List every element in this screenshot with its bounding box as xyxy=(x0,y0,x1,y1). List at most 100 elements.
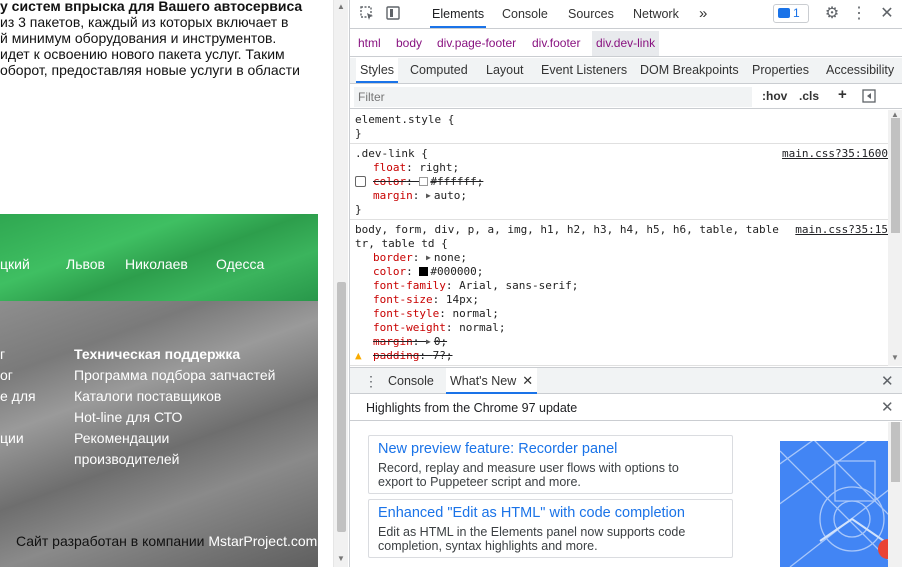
inspect-element-icon[interactable] xyxy=(358,5,376,23)
css-declaration[interactable]: border: ▶ none; xyxy=(355,251,888,265)
property-value: 7?; xyxy=(432,349,453,362)
drawer-tabbar: ⋮ Console What's New ✕ ✕ xyxy=(350,367,902,394)
close-devtools-icon[interactable]: ✕ xyxy=(878,5,896,23)
css-declaration[interactable]: margin: ▶ auto; xyxy=(355,189,888,203)
scrollbar-thumb[interactable] xyxy=(337,282,346,532)
breadcrumb-item[interactable]: div.footer xyxy=(528,31,584,56)
issues-badge[interactable]: 1 xyxy=(773,4,809,23)
tab-accessibility[interactable]: Accessibility xyxy=(824,58,896,83)
footer-link[interactable]: Hot-line для СТО xyxy=(74,409,182,425)
whats-new-scrollbar[interactable] xyxy=(888,422,902,567)
tab-network[interactable]: Network xyxy=(631,0,681,28)
more-tabs-icon[interactable]: » xyxy=(697,0,709,28)
feature-card[interactable]: Enhanced "Edit as HTML" with code comple… xyxy=(368,499,733,558)
tab-sources[interactable]: Sources xyxy=(566,0,616,28)
tab-properties[interactable]: Properties xyxy=(750,58,811,83)
footer-link[interactable]: Рекомендации xyxy=(74,430,169,446)
toggle-sidebar-icon[interactable] xyxy=(862,89,876,106)
scroll-down-arrow-icon[interactable]: ▼ xyxy=(891,353,899,362)
hover-state-toggle[interactable]: :hov xyxy=(762,89,787,103)
scroll-down-arrow-icon[interactable]: ▼ xyxy=(337,554,345,563)
footer-section-title: Техническая поддержка xyxy=(74,346,241,362)
intro-text: у систем впрыска для Вашего автосервиса … xyxy=(0,0,320,78)
css-declaration[interactable]: font-size: 14px; xyxy=(355,293,888,307)
color-swatch[interactable] xyxy=(419,267,429,276)
city-link[interactable]: цкий xyxy=(0,256,30,272)
drawer-menu-icon[interactable]: ⋮ xyxy=(364,372,378,390)
feature-desc: export to Puppeteer script and more. xyxy=(378,475,581,489)
property-name: border xyxy=(373,251,413,264)
css-declaration-overridden[interactable]: margin: ▶ 0; xyxy=(355,335,888,349)
city-link[interactable]: Львов xyxy=(66,256,105,272)
feature-title-link[interactable]: Enhanced "Edit as HTML" with code comple… xyxy=(378,504,723,522)
breadcrumb-item[interactable]: html xyxy=(354,31,385,56)
property-name: font-size xyxy=(373,293,433,306)
settings-gear-icon[interactable]: ⚙ xyxy=(823,5,841,23)
page-scrollbar[interactable]: ▲ ▼ xyxy=(333,0,348,567)
css-declaration[interactable]: color: #000000; xyxy=(355,265,888,279)
element-style-rule: element.style { } xyxy=(350,110,888,144)
city-link[interactable]: Одесса xyxy=(216,256,264,272)
expand-triangle-icon[interactable]: ▶ xyxy=(426,189,431,203)
declaration-checkbox[interactable] xyxy=(355,176,366,187)
feature-desc: Edit as HTML in the Elements panel now s… xyxy=(378,525,686,539)
expand-triangle-icon[interactable]: ▶ xyxy=(426,335,431,349)
scroll-up-arrow-icon[interactable]: ▲ xyxy=(337,2,345,11)
css-declaration[interactable]: font-weight: normal; xyxy=(355,321,888,335)
footer-link[interactable]: ции xyxy=(0,430,24,446)
close-tab-icon[interactable]: ✕ xyxy=(522,373,533,388)
property-value: 0; xyxy=(433,335,448,348)
close-drawer-icon[interactable]: ✕ xyxy=(881,372,894,390)
property-name: padding xyxy=(373,349,420,362)
css-declaration-warning[interactable]: ▲ padding: 7?; xyxy=(355,349,888,363)
tab-dom-breakpoints[interactable]: DOM Breakpoints xyxy=(638,58,741,83)
expand-triangle-icon[interactable]: ▶ xyxy=(426,251,431,265)
intro-line: оборот, предоставляя новые услуги в обла… xyxy=(0,62,300,78)
tab-elements[interactable]: Elements xyxy=(430,0,487,28)
tab-styles[interactable]: Styles xyxy=(356,58,399,83)
drawer-tab-console[interactable]: Console xyxy=(384,368,438,394)
tab-console[interactable]: Console xyxy=(500,0,550,28)
new-rule-button[interactable]: + xyxy=(838,86,847,103)
scrollbar-thumb[interactable] xyxy=(891,118,900,233)
rule-selector[interactable]: body, form, div, p, a, img, h1, h2, h3, … xyxy=(355,223,888,237)
breadcrumb-item[interactable]: div.page-footer xyxy=(433,31,520,56)
footer-link[interactable]: г xyxy=(0,346,5,362)
feature-title-link[interactable]: New preview feature: Recorder panel xyxy=(378,440,723,458)
color-swatch[interactable] xyxy=(419,177,429,186)
feature-desc: Record, replay and measure user flows wi… xyxy=(378,461,679,475)
footer-link[interactable]: Программа подбора запчастей xyxy=(74,367,275,383)
issues-count: 1 xyxy=(793,6,800,20)
footer-link[interactable]: Каталоги поставщиков xyxy=(74,388,221,404)
footer-link[interactable]: производителей xyxy=(74,451,180,467)
tab-layout[interactable]: Layout xyxy=(484,58,526,83)
device-toolbar-icon[interactable] xyxy=(384,5,402,23)
tab-event-listeners[interactable]: Event Listeners xyxy=(539,58,629,83)
styles-scrollbar[interactable]: ▲ ▼ xyxy=(888,110,902,366)
dev-link[interactable]: MstarProject.com xyxy=(208,533,317,549)
footer-link[interactable]: е для xyxy=(0,388,36,404)
whats-new-body: New preview feature: Recorder panel Reco… xyxy=(350,422,902,567)
tab-computed[interactable]: Computed xyxy=(408,58,470,83)
breadcrumb-item-selected[interactable]: div.dev-link xyxy=(592,31,660,56)
rule-selector-cont[interactable]: tr, table td { xyxy=(355,237,888,251)
breadcrumb-item[interactable]: body xyxy=(392,31,426,56)
css-declaration[interactable]: font-style: normal; xyxy=(355,307,888,321)
footer-link[interactable]: ог xyxy=(0,367,13,383)
property-name: color xyxy=(373,175,407,188)
css-declaration[interactable]: float: right; xyxy=(355,161,888,175)
styles-filter-bar: :hov .cls + xyxy=(350,85,902,109)
feature-card[interactable]: New preview feature: Recorder panel Reco… xyxy=(368,435,733,494)
css-declaration[interactable]: font-family: Arial, sans-serif; xyxy=(355,279,888,293)
drawer-tab-whats-new[interactable]: What's New ✕ xyxy=(446,368,538,394)
rule-selector[interactable]: element.style { xyxy=(355,113,888,127)
filter-input[interactable] xyxy=(354,87,752,107)
city-link[interactable]: Николаев xyxy=(125,256,188,272)
class-toggle[interactable]: .cls xyxy=(799,89,819,103)
close-whats-new-icon[interactable]: ✕ xyxy=(881,398,894,416)
css-declaration-disabled[interactable]: color: #ffffff; xyxy=(355,175,888,189)
customize-menu-icon[interactable]: ⋮ xyxy=(850,5,868,23)
copyright: Сайт разработан в компании MstarProject.… xyxy=(16,533,317,549)
scrollbar-thumb[interactable] xyxy=(891,422,900,482)
rule-selector[interactable]: .dev-link { xyxy=(355,147,888,161)
